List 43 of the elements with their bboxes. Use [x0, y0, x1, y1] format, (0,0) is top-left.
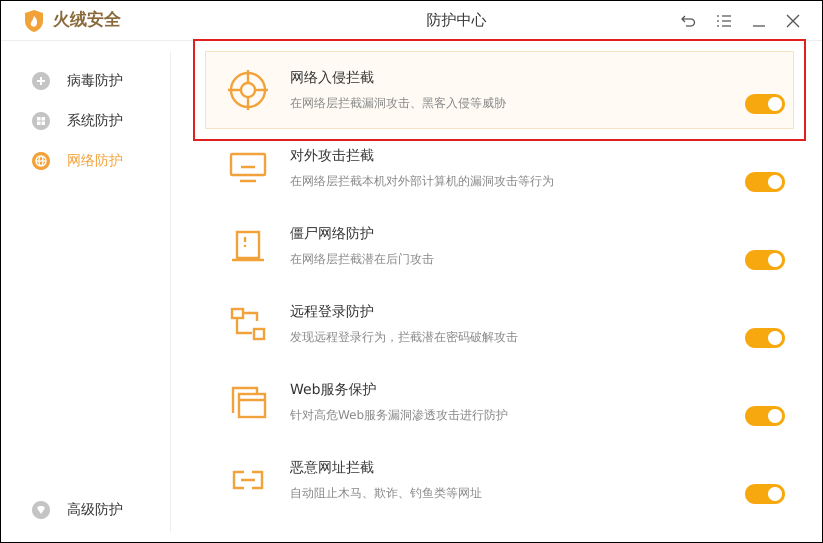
- globe-circle-icon: [32, 152, 50, 170]
- link-icon: [230, 470, 266, 490]
- close-icon[interactable]: [786, 14, 800, 28]
- toggle-switch[interactable]: [745, 406, 785, 426]
- sidebar-item[interactable]: 系统防护: [1, 101, 170, 141]
- windows-circle-icon: [32, 112, 50, 130]
- back-icon[interactable]: [680, 14, 696, 28]
- feature-title: 网络入侵拦截: [290, 69, 375, 88]
- feature-description: 自动阻止木马、欺诈、钓鱼类等网址: [290, 485, 483, 502]
- toggle-switch[interactable]: [745, 94, 785, 114]
- feature-row[interactable]: 对外攻击拦截 在网络层拦截本机对外部计算机的漏洞攻击等行为: [205, 129, 794, 207]
- feature-row[interactable]: 网络入侵拦截 在网络层拦截漏洞攻击、黑客入侵等威胁: [205, 51, 794, 129]
- monitor-icon: [229, 152, 267, 184]
- laptop-alert-icon: [230, 229, 266, 263]
- feature-title: Web服务保护: [290, 381, 378, 400]
- feature-title: 僵尸网络防护: [290, 225, 375, 244]
- connected-squares-icon: [230, 307, 266, 341]
- app-name: 火绒安全: [53, 8, 121, 32]
- plus-circle-icon: [32, 72, 50, 90]
- sidebar-item[interactable]: 高级防护: [1, 490, 170, 530]
- toggle-switch[interactable]: [745, 328, 785, 348]
- window-title: 防护中心: [426, 10, 488, 32]
- sidebar-item[interactable]: 病毒防护: [1, 61, 170, 101]
- feature-row[interactable]: 恶意网址拦截 自动阻止木马、欺诈、钓鱼类等网址: [205, 441, 794, 519]
- toggle-switch[interactable]: [745, 484, 785, 504]
- feature-description: 在网络层拦截漏洞攻击、黑客入侵等威胁: [290, 95, 507, 112]
- crosshair-icon: [226, 68, 270, 112]
- diamond-circle-icon: [32, 501, 50, 519]
- feature-row[interactable]: 僵尸网络防护 在网络层拦截潜在后门攻击: [205, 207, 794, 285]
- flame-shield-logo-icon: [23, 8, 45, 32]
- feature-title: 远程登录防护: [290, 303, 375, 322]
- toggle-switch[interactable]: [745, 172, 785, 192]
- feature-description: 发现远程登录行为，拦截潜在密码破解攻击: [290, 329, 519, 346]
- feature-row[interactable]: 远程登录防护 发现远程登录行为，拦截潜在密码破解攻击: [205, 285, 794, 363]
- feature-row[interactable]: Web服务保护 针对高危Web服务漏洞渗透攻击进行防护: [205, 363, 794, 441]
- feature-title: 对外攻击拦截: [290, 147, 375, 166]
- feature-description: 针对高危Web服务漏洞渗透攻击进行防护: [290, 407, 510, 424]
- feature-title: 恶意网址拦截: [290, 459, 375, 478]
- menu-icon[interactable]: [716, 14, 732, 28]
- toggle-switch[interactable]: [745, 250, 785, 270]
- stacked-windows-icon: [229, 385, 267, 419]
- feature-description: 在网络层拦截本机对外部计算机的漏洞攻击等行为: [290, 173, 555, 190]
- feature-description: 在网络层拦截潜在后门攻击: [290, 251, 435, 268]
